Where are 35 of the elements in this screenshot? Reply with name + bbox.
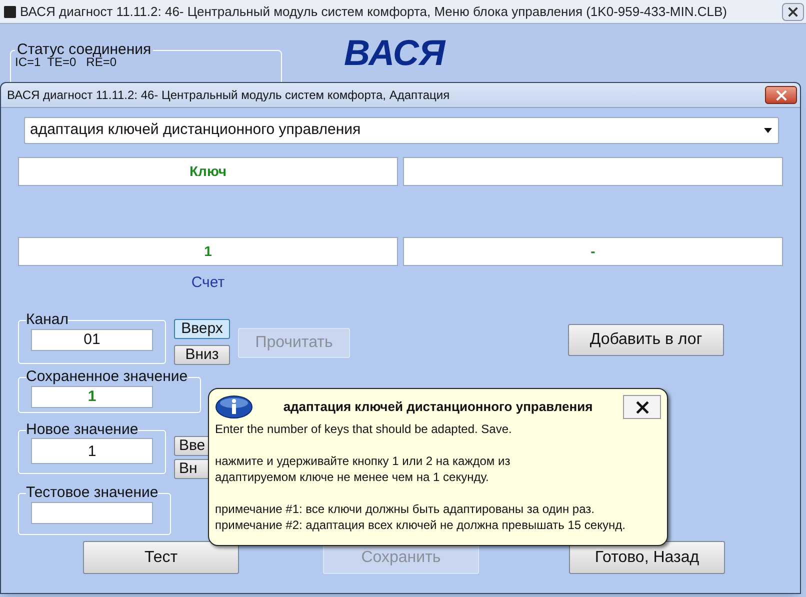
value-cell: - xyxy=(403,237,783,266)
input-field[interactable]: 1 xyxy=(31,386,153,408)
close-icon xyxy=(788,6,798,16)
close-button[interactable] xyxy=(623,395,661,419)
popup-text: примечание #1: все ключи должны быть адаптированы за один раз. примечание #2: адаптация всех ключей не должна превышать 15 секунд. xyxy=(215,501,626,533)
action-button[interactable]: Тест xyxy=(83,541,239,574)
group-label: Тестовое значение xyxy=(26,485,158,501)
input-field[interactable]: 01 xyxy=(31,329,153,352)
arrow-button[interactable]: Вверх xyxy=(174,319,230,339)
status-text: IC=1 TE=0 RE=0 xyxy=(15,56,117,68)
function-dropdown[interactable]: адаптация ключей дистанционного управления xyxy=(24,117,779,144)
window-title: ВАСЯ диагност 11.11.2: 46- Центральный модуль систем комфорта, Меню блока управления (1K0-959-433-MIN.CLB) xyxy=(20,2,728,21)
input-field[interactable]: 1 xyxy=(31,438,153,464)
action-button[interactable]: Готово, Назад xyxy=(569,541,725,574)
input-field[interactable] xyxy=(31,502,153,524)
value-cell: 1 xyxy=(18,237,398,266)
group-label: Новое значение xyxy=(26,422,138,438)
add-to-log-button[interactable]: Добавить в лог xyxy=(568,324,724,356)
close-button[interactable] xyxy=(782,2,804,20)
dialog-title: ВАСЯ диагност 11.11.2: 46- Центральный модуль систем комфорта, Адаптация xyxy=(7,87,451,104)
caret-icon xyxy=(764,128,772,133)
cell-caption: Счет xyxy=(191,274,225,291)
close-button[interactable] xyxy=(765,86,797,104)
app-logo: ВАСЯ xyxy=(344,31,446,75)
arrow-button[interactable]: Вниз xyxy=(174,345,230,365)
app-icon xyxy=(4,6,16,18)
group-label: Сохраненное значение xyxy=(26,369,188,385)
close-icon xyxy=(636,400,648,414)
group-label: Статус соединения xyxy=(17,42,152,58)
popup-title: адаптация ключей дистанционного управления xyxy=(282,398,594,416)
value-cell: Ключ xyxy=(18,157,398,186)
info-icon xyxy=(215,395,253,419)
group-label: Канал xyxy=(26,312,68,328)
popup-text: Enter the number of keys that should be adapted. Save. xyxy=(215,421,513,437)
close-icon xyxy=(776,90,786,100)
